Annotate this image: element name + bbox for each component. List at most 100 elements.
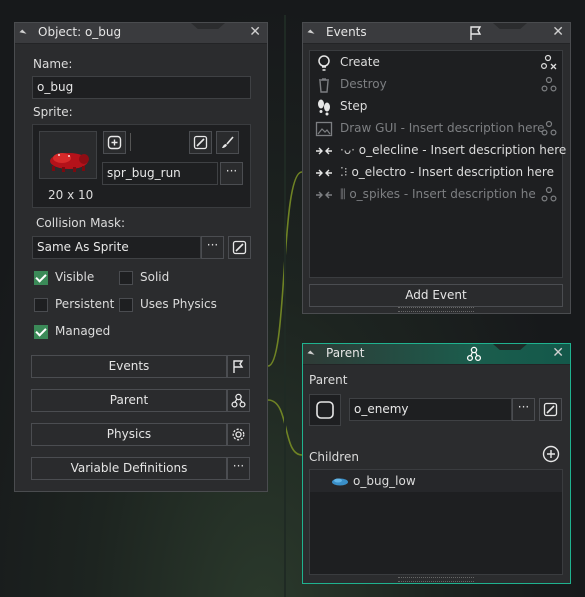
uses-physics-label: Uses Physics xyxy=(140,297,217,311)
children-list: o_bug_low xyxy=(309,469,563,575)
flag-icon xyxy=(470,26,482,40)
collapse-icon[interactable] xyxy=(307,350,315,358)
events-list: Create Destroy Step Draw GUI - Insert de… xyxy=(309,50,566,278)
collision-browse-button[interactable]: ··· xyxy=(201,236,224,259)
collision-icon xyxy=(316,191,332,199)
flag-icon xyxy=(233,360,244,373)
variable-definitions-button[interactable]: Variable Definitions xyxy=(31,457,227,480)
event-item-collision-electro[interactable]: ⁚⁝ o_electro - Insert description here xyxy=(310,162,562,184)
hierarchy-icon[interactable] xyxy=(540,186,558,204)
persistent-checkbox[interactable] xyxy=(34,298,48,312)
edit-icon xyxy=(232,240,247,255)
object-panel: Object: o_bug ✕ Name: o_bug Sprite: 20 x… xyxy=(14,22,268,492)
object-panel-title: Object: o_bug xyxy=(38,25,122,39)
solid-checkbox[interactable] xyxy=(119,271,133,285)
new-sprite-button[interactable] xyxy=(103,131,126,154)
object-icon xyxy=(316,401,334,419)
child-label: o_bug_low xyxy=(353,474,416,488)
event-label: ·ᴗ· o_elecline - Insert description here xyxy=(340,143,567,157)
event-label: Destroy xyxy=(340,77,387,91)
managed-label: Managed xyxy=(55,324,111,338)
add-child-icon[interactable] xyxy=(542,445,560,463)
image-icon xyxy=(315,121,333,137)
event-label: Create xyxy=(340,55,380,69)
hierarchy-icon xyxy=(466,346,482,362)
sprite-box: 20 x 10 spr_bug_run ··· xyxy=(32,124,251,208)
physics-button[interactable]: Physics xyxy=(31,423,227,446)
name-label: Name: xyxy=(33,57,73,71)
footsteps-icon xyxy=(318,99,330,116)
events-toggle-button[interactable] xyxy=(227,355,250,378)
collision-icon xyxy=(316,169,332,177)
visible-checkbox[interactable] xyxy=(34,271,48,285)
event-item-collision-spikes[interactable]: ⫼ o_spikes - Insert description he xyxy=(310,184,562,206)
brush-icon xyxy=(222,136,234,148)
visible-label: Visible xyxy=(55,270,95,284)
event-item-step[interactable]: Step xyxy=(310,96,562,118)
collapse-icon[interactable] xyxy=(307,29,315,37)
new-sprite-icon xyxy=(107,135,122,150)
object-panel-titlebar[interactable]: Object: o_bug ✕ xyxy=(15,23,267,44)
physics-toggle-button[interactable] xyxy=(227,423,250,446)
child-item[interactable]: o_bug_low xyxy=(310,470,562,492)
sprite-browse-button[interactable]: ··· xyxy=(220,162,243,185)
close-icon[interactable]: ✕ xyxy=(552,345,564,361)
collision-mask-label: Collision Mask: xyxy=(36,216,126,230)
solid-label: Solid xyxy=(140,270,170,284)
parent-object-thumbnail[interactable] xyxy=(309,394,341,426)
sprite-label: Sprite: xyxy=(33,105,73,119)
resize-grip[interactable] xyxy=(398,577,474,582)
sprite-thumbnail-icon xyxy=(332,478,348,486)
paint-sprite-button[interactable] xyxy=(216,131,239,154)
event-item-draw-gui[interactable]: Draw GUI - Insert description here xyxy=(310,118,562,140)
collapse-icon[interactable] xyxy=(19,29,27,37)
sprite-preview[interactable] xyxy=(39,131,97,179)
parent-toggle-button[interactable] xyxy=(227,389,250,412)
collision-icon xyxy=(316,147,332,155)
events-panel: Events ✕ Create Destroy Step Draw GUI - … xyxy=(302,22,571,314)
event-item-collision-elecline[interactable]: ·ᴗ· o_elecline - Insert description here xyxy=(310,140,566,162)
parent-browse-button[interactable]: ··· xyxy=(512,398,535,421)
sprite-size: 20 x 10 xyxy=(48,188,94,202)
hierarchy-icon[interactable] xyxy=(540,120,558,138)
event-label: ⁚⁝ o_electro - Insert description here xyxy=(340,165,554,179)
event-label: ⫼ o_spikes - Insert description he xyxy=(340,187,536,201)
events-panel-titlebar[interactable]: Events ✕ xyxy=(303,23,570,44)
event-item-destroy[interactable]: Destroy xyxy=(310,74,562,96)
collision-mask-field[interactable]: Same As Sprite xyxy=(32,236,201,259)
variable-definitions-more-button[interactable]: ··· xyxy=(227,457,250,480)
parent-panel: Parent ✕ Parent o_enemy ··· Children o_b… xyxy=(302,343,571,584)
divider xyxy=(130,133,131,151)
edit-icon xyxy=(193,135,208,150)
events-button[interactable]: Events xyxy=(31,355,227,378)
edit-sprite-button[interactable] xyxy=(189,131,212,154)
event-item-create[interactable]: Create xyxy=(310,52,562,74)
close-icon[interactable]: ✕ xyxy=(249,24,261,40)
edit-parent-button[interactable] xyxy=(539,398,562,421)
trash-icon xyxy=(319,78,329,93)
parent-panel-titlebar[interactable]: Parent ✕ xyxy=(303,344,570,365)
bug-sprite-icon xyxy=(50,153,89,172)
resize-grip[interactable] xyxy=(398,307,474,312)
edit-mask-button[interactable] xyxy=(228,236,251,259)
gear-icon xyxy=(232,428,245,441)
parent-button[interactable]: Parent xyxy=(31,389,227,412)
close-icon[interactable]: ✕ xyxy=(552,24,564,40)
hierarchy-icon xyxy=(231,393,246,408)
parent-object-field[interactable]: o_enemy xyxy=(349,398,512,421)
name-field[interactable]: o_bug xyxy=(32,76,251,99)
hierarchy-remove-icon[interactable] xyxy=(540,54,558,72)
event-label: Step xyxy=(340,99,368,113)
lightbulb-icon xyxy=(318,55,330,71)
managed-checkbox[interactable] xyxy=(34,325,48,339)
hierarchy-icon[interactable] xyxy=(540,76,558,94)
persistent-label: Persistent xyxy=(55,297,115,311)
parent-label: Parent xyxy=(309,373,348,387)
children-label: Children xyxy=(309,450,359,464)
uses-physics-checkbox[interactable] xyxy=(119,298,133,312)
events-panel-title: Events xyxy=(326,25,367,39)
event-label: Draw GUI - Insert description here xyxy=(340,121,545,135)
edit-icon xyxy=(543,402,558,417)
add-event-button[interactable]: Add Event xyxy=(309,284,563,307)
sprite-name-field[interactable]: spr_bug_run xyxy=(102,162,218,185)
